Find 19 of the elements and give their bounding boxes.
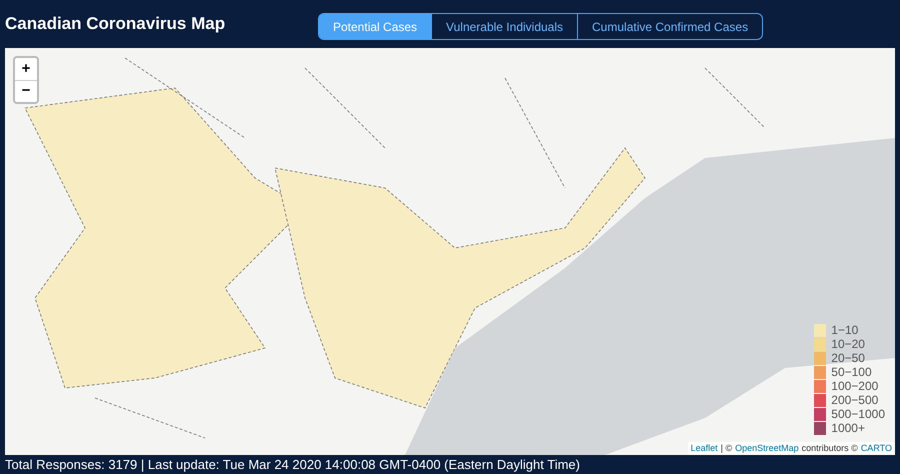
map-tab[interactable]: Cumulative Confirmed Cases: [577, 14, 762, 39]
legend-label: 100−200: [831, 380, 878, 393]
legend-label: 1−10: [831, 324, 858, 337]
legend-label: 50−100: [831, 366, 872, 379]
zoom-in-button[interactable]: +: [15, 58, 37, 80]
legend-label: 500−1000: [831, 408, 885, 421]
zoom-out-button[interactable]: −: [15, 80, 37, 102]
attribution-link[interactable]: OpenStreetMap: [735, 442, 799, 455]
legend-label: 10−20: [831, 338, 865, 351]
attribution-text: | ©: [720, 442, 732, 455]
legend-label: 20−50: [831, 352, 865, 365]
app-title: Canadian Coronavirus Map: [5, 13, 226, 36]
attribution-link[interactable]: Leaflet: [690, 442, 718, 455]
map-tab[interactable]: Vulnerable Individuals: [431, 14, 578, 39]
attribution-text: contributors ©: [802, 442, 858, 455]
attribution-link[interactable]: CARTO: [860, 442, 892, 455]
legend-label: 1000+: [831, 422, 865, 435]
legend-label: 200−500: [831, 394, 878, 407]
status-text: Total Responses: 3179 | Last update: Tue Mar 24 2020 14:00:08 GMT-0400 (Eastern Daylight Time): [4, 456, 581, 474]
